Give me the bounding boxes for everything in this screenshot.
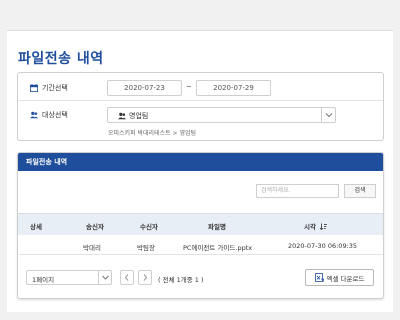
- search-input[interactable]: 검색하세요.: [256, 184, 339, 198]
- date-from-input[interactable]: 2020-07-23: [107, 80, 182, 96]
- department-select-value: 영업팀: [118, 111, 148, 121]
- chevron-down-icon[interactable]: [98, 271, 111, 284]
- panel-header: 파일전송 내역: [18, 153, 383, 171]
- period-label-text: 기간선택: [42, 84, 68, 92]
- page-select-value: 1페이지: [32, 276, 55, 284]
- transfer-list-panel: 파일전송 내역 검색하세요. 검색 상세 송신자 수신자 파일명 시각 박대리 …: [17, 152, 384, 299]
- table-row[interactable]: 박대리 박팀장 PC에이전트 가이드.pptx 2020-07-30 06:09…: [18, 235, 383, 255]
- prev-page-button[interactable]: [120, 270, 134, 285]
- column-time-label: 시각: [304, 223, 316, 231]
- excel-icon: [314, 273, 324, 282]
- department-name: 영업팀: [129, 112, 149, 120]
- department-path: 오피스키퍼 박대리테스트 > 영업팀: [108, 130, 197, 137]
- sort-desc-icon[interactable]: [319, 223, 327, 230]
- target-row: 대상선택 영업팀: [18, 104, 383, 126]
- search-button[interactable]: 검색: [344, 184, 376, 198]
- page-title: 파일전송 내역: [18, 51, 104, 67]
- date-to-input[interactable]: 2020-07-29: [196, 80, 271, 96]
- cell-sender: 박대리: [83, 244, 101, 252]
- target-label: 대상선택: [30, 110, 68, 120]
- excel-download-button[interactable]: 엑셀 다운로드: [305, 269, 374, 286]
- period-row: 기간선택 2020-07-23 ~ 2020-07-29: [18, 77, 383, 99]
- column-detail[interactable]: 상세: [30, 221, 42, 231]
- page-select[interactable]: 1페이지: [26, 270, 112, 285]
- column-filename[interactable]: 파일명: [208, 221, 226, 231]
- users-icon: [30, 111, 38, 119]
- next-page-button[interactable]: [138, 270, 152, 285]
- table-header: 상세 송신자 수신자 파일명 시각: [18, 213, 383, 235]
- column-sender[interactable]: 송신자: [86, 221, 104, 231]
- date-separator: ~: [186, 83, 192, 91]
- chevron-down-icon[interactable]: [321, 108, 335, 122]
- cell-time: 2020-07-30 06:09:35: [288, 242, 358, 250]
- cell-receiver: 박팀장: [137, 244, 155, 252]
- target-label-text: 대상선택: [42, 111, 68, 119]
- total-count: ( 전체 1개중 1 ): [158, 276, 204, 284]
- calendar-icon: [30, 84, 38, 92]
- filter-divider: [18, 100, 383, 101]
- chevron-left-icon: [124, 274, 129, 281]
- period-label: 기간선택: [30, 83, 68, 93]
- filter-card: 기간선택 2020-07-23 ~ 2020-07-29 대상선택 영업팀 오피…: [17, 72, 384, 141]
- department-select[interactable]: 영업팀: [107, 107, 336, 123]
- column-receiver[interactable]: 수신자: [140, 221, 158, 231]
- group-icon: [118, 112, 126, 120]
- excel-download-label: 엑셀 다운로드: [326, 274, 365, 283]
- column-time[interactable]: 시각: [304, 221, 327, 231]
- chevron-right-icon: [143, 274, 148, 281]
- cell-filename: PC에이전트 가이드.pptx: [183, 244, 253, 252]
